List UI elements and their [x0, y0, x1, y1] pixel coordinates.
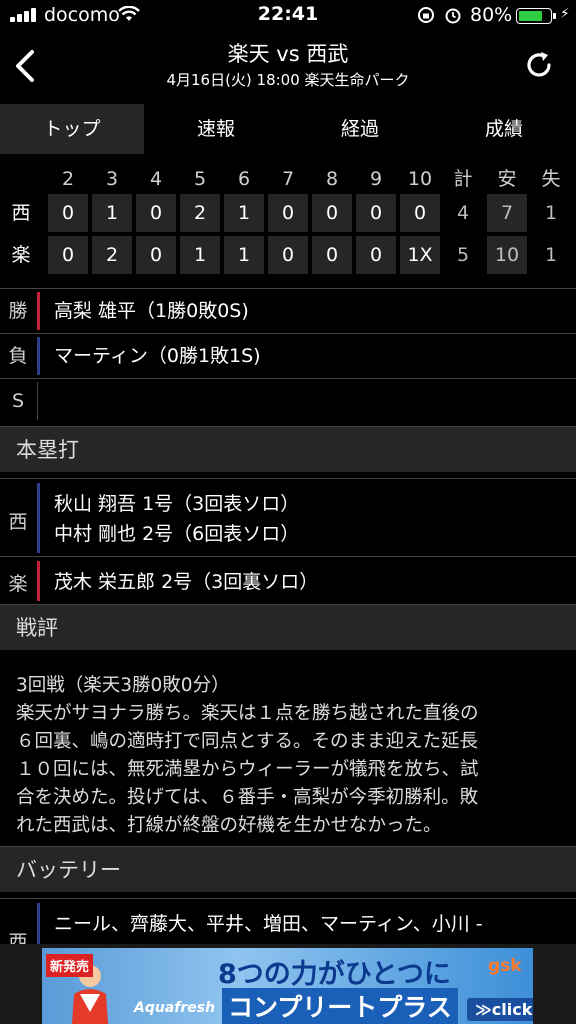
page-title: 楽天 vs 西武	[227, 42, 349, 66]
charging-icon: ⚡	[560, 6, 570, 22]
team-label: 楽	[8, 573, 28, 595]
inning-header: 10	[407, 168, 433, 190]
scoreboard-row: 西010210000471	[0, 194, 576, 232]
total-cell: 5	[456, 244, 470, 266]
homerun-group-seibu: 西 秋山 翔吾 1号（3回表ソロ） 中村 剛也 2号（6回表ソロ）	[0, 478, 576, 556]
inning-score: 0	[312, 236, 352, 274]
section-homeruns: 本塁打	[0, 426, 576, 472]
inning-header: 4	[149, 168, 163, 190]
team-label: 西	[11, 202, 31, 224]
total-cell: 1	[544, 202, 558, 224]
section-title: 本塁打	[16, 438, 79, 462]
inning-header: 失	[541, 168, 561, 190]
rotation-lock-icon	[418, 7, 434, 23]
inning-score: 0	[268, 194, 308, 232]
inning-score: 0	[356, 194, 396, 232]
section-battery: バッテリー	[0, 846, 576, 892]
inning-header: 7	[281, 168, 295, 190]
total-cell: 4	[456, 202, 470, 224]
tab-progress[interactable]: 経過	[288, 104, 432, 154]
save-pitcher-row: S	[0, 378, 576, 425]
section-title: 戦評	[16, 616, 58, 640]
tab-top[interactable]: トップ	[0, 104, 144, 154]
battery-row-seibu: 西 ニール、齊藤大、平井、増田、マーティン、小川 -	[0, 898, 576, 953]
losing-pitcher-row: 負 マーティン（0勝1敗1S)	[0, 333, 576, 378]
inning-header: 9	[369, 168, 383, 190]
team-label: 楽	[11, 244, 31, 266]
homerun-entry[interactable]: 秋山 翔吾 1号（3回表ソロ）	[54, 489, 299, 516]
winning-pitcher-row: 勝 高梨 雄平（1勝0敗0S)	[0, 288, 576, 333]
tab-stats[interactable]: 成績	[432, 104, 576, 154]
ad-new-badge: 新発売	[46, 954, 94, 977]
total-cell: 7	[487, 194, 527, 232]
inning-score: 0	[136, 194, 176, 232]
tab-live[interactable]: 速報	[144, 104, 288, 154]
ad-headline: 8つの力がひとつに	[218, 959, 451, 990]
ad-creative[interactable]: 新発売 Aquafresh 8つの力がひとつに コンプリートプラス gsk ≫c…	[42, 948, 533, 1024]
ad-subline: コンプリートプラス	[222, 988, 458, 1024]
homerun-entry[interactable]: 中村 剛也 2号（6回表ソロ）	[54, 519, 299, 546]
battery-percent: 80%	[470, 4, 513, 26]
ad-brand: Aquafresh	[134, 1000, 216, 1016]
team-label: 西	[8, 511, 28, 533]
inning-score: 1	[224, 236, 264, 274]
loss-label: 負	[8, 345, 28, 367]
refresh-icon[interactable]	[522, 48, 556, 82]
inning-score: 1X	[400, 236, 440, 274]
battery-icon	[516, 8, 552, 24]
inning-header: 2	[61, 168, 75, 190]
inning-score: 0	[136, 236, 176, 274]
total-cell: 10	[487, 236, 527, 274]
section-review: 戦評	[0, 604, 576, 650]
win-label: 勝	[8, 300, 28, 322]
inning-header: 安	[497, 168, 517, 190]
inning-score: 0	[356, 236, 396, 274]
inning-score: 1	[180, 236, 220, 274]
inning-score: 2	[180, 194, 220, 232]
inning-score: 0	[268, 236, 308, 274]
navigation-bar: 楽天 vs 西武 4月16日(火) 18:00 楽天生命パーク	[0, 34, 576, 100]
ad-logo: gsk	[488, 956, 522, 976]
homerun-entry[interactable]: 茂木 栄五郎 2号（3回裏ソロ）	[54, 567, 318, 594]
game-info: 4月16日(火) 18:00 楽天生命パーク	[166, 71, 410, 89]
inning-score: 0	[48, 236, 88, 274]
inning-score: 2	[92, 236, 132, 274]
total-cell: 1	[544, 244, 558, 266]
game-review-text: 3回戦（楽天3勝0敗0分） 楽天がサヨナラ勝ち。楽天は１点を勝ち越された直後の …	[16, 675, 479, 836]
winning-pitcher[interactable]: 高梨 雄平（1勝0敗0S)	[54, 289, 249, 333]
homerun-group-rakuten: 楽 茂木 栄五郎 2号（3回裏ソロ）	[0, 556, 576, 604]
tab-bar: トップ 速報 経過 成績	[0, 104, 576, 154]
section-title: バッテリー	[16, 858, 121, 882]
save-label: S	[11, 390, 25, 412]
battery-list[interactable]: ニール、齊藤大、平井、増田、マーティン、小川 -	[54, 909, 483, 936]
inning-header: 6	[237, 168, 251, 190]
inning-score: 0	[48, 194, 88, 232]
scoreboard-header: 2 3 4 5 6 7 8 9 10 計 安 失	[0, 160, 576, 198]
inning-score: 0	[312, 194, 352, 232]
inning-header: 3	[105, 168, 119, 190]
alarm-icon	[445, 8, 461, 24]
losing-pitcher[interactable]: マーティン（0勝1敗1S)	[54, 334, 261, 378]
ad-click-button[interactable]: ≫click	[467, 998, 533, 1021]
ad-banner[interactable]: 新発売 Aquafresh 8つの力がひとつに コンプリートプラス gsk ≫c…	[0, 944, 576, 1024]
inning-header: 8	[325, 168, 339, 190]
status-bar: docomo 22:41 80% ⚡	[0, 0, 576, 34]
inning-header: 5	[193, 168, 207, 190]
scoreboard-row: 楽 0 2 0 1 1 0 0 0 1X 5 10 1	[0, 236, 576, 274]
inning-score: 1	[224, 194, 264, 232]
inning-header: 計	[453, 168, 473, 190]
inning-score: 0	[400, 194, 440, 232]
inning-score: 1	[92, 194, 132, 232]
